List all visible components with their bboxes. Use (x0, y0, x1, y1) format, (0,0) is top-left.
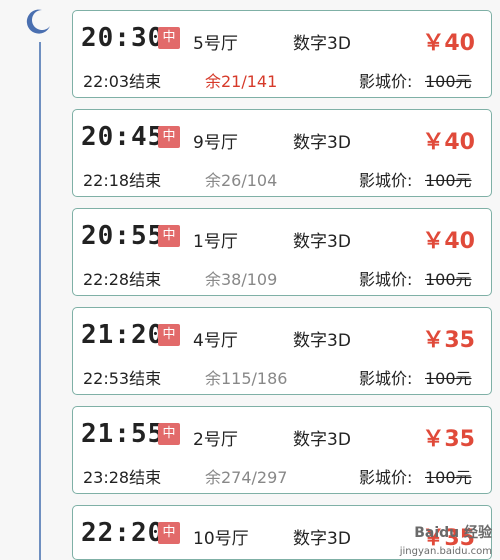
hall-name: 1号厅 (193, 232, 238, 252)
hall-name: 9号厅 (193, 133, 238, 153)
end-time: 22:28结束 (83, 270, 162, 289)
screen-format: 数字3D (293, 430, 351, 450)
start-time: 21:20 (81, 320, 165, 350)
seats-remaining: 余38/109 (205, 270, 278, 289)
start-time: 20:45 (81, 122, 165, 152)
ticket-price: ￥40 (422, 130, 475, 155)
screen-format: 数字3D (293, 232, 351, 252)
end-time: 22:53结束 (83, 369, 162, 388)
screen-format: 数字3D (293, 34, 351, 54)
seats-remaining: 余115/186 (205, 369, 288, 388)
start-time: 22:20 (81, 518, 165, 548)
start-time: 21:55 (81, 419, 165, 449)
ticket-price: ￥35 (422, 427, 475, 452)
end-time: 22:18结束 (83, 171, 162, 190)
timeline-line (39, 42, 41, 560)
watermark-url: jingyan.baidu.com (399, 546, 492, 557)
language-badge: 中 (158, 27, 180, 49)
cinema-price: 100元 (425, 270, 472, 289)
hall-name: 2号厅 (193, 430, 238, 450)
ticket-price: ￥40 (422, 31, 475, 56)
moon-icon (26, 9, 50, 34)
showtime-card[interactable]: 20:30 中 5号厅 数字3D ￥40 22:03结束 余21/141 影城价… (72, 10, 492, 98)
language-badge: 中 (158, 225, 180, 247)
end-time: 22:03结束 (83, 72, 162, 91)
language-badge: 中 (158, 423, 180, 445)
screen-format: 数字3D (293, 331, 351, 351)
hall-name: 4号厅 (193, 331, 238, 351)
hall-name: 10号厅 (193, 529, 249, 549)
cinema-price: 100元 (425, 369, 472, 388)
start-time: 20:30 (81, 23, 165, 53)
screen-format: 数字3D (293, 133, 351, 153)
seats-remaining: 余21/141 (205, 72, 278, 91)
cinema-price: 100元 (425, 468, 472, 487)
showtime-card[interactable]: 21:20 中 4号厅 数字3D ￥35 22:53结束 余115/186 影城… (72, 307, 492, 395)
showtime-card[interactable]: 20:45 中 9号厅 数字3D ￥40 22:18结束 余26/104 影城价… (72, 109, 492, 197)
cinema-price-label: 影城价: (359, 171, 413, 190)
cinema-price: 100元 (425, 72, 472, 91)
language-badge: 中 (158, 324, 180, 346)
showtime-card[interactable]: 20:55 中 1号厅 数字3D ￥40 22:28结束 余38/109 影城价… (72, 208, 492, 296)
language-badge: 中 (158, 126, 180, 148)
cinema-price-label: 影城价: (359, 468, 413, 487)
ticket-price: ￥35 (422, 328, 475, 353)
watermark-logo: Baidu 经验 (414, 525, 492, 541)
cinema-price-label: 影城价: (359, 369, 413, 388)
seats-remaining: 余274/297 (205, 468, 288, 487)
showtime-card[interactable]: 21:55 中 2号厅 数字3D ￥35 23:28结束 余274/297 影城… (72, 406, 492, 494)
ticket-price: ￥40 (422, 229, 475, 254)
start-time: 20:55 (81, 221, 165, 251)
cinema-price-label: 影城价: (359, 72, 413, 91)
screen-format: 数字3D (293, 529, 351, 549)
language-badge: 中 (158, 522, 180, 544)
hall-name: 5号厅 (193, 34, 238, 54)
end-time: 23:28结束 (83, 468, 162, 487)
cinema-price-label: 影城价: (359, 270, 413, 289)
cinema-price: 100元 (425, 171, 472, 190)
seats-remaining: 余26/104 (205, 171, 278, 190)
